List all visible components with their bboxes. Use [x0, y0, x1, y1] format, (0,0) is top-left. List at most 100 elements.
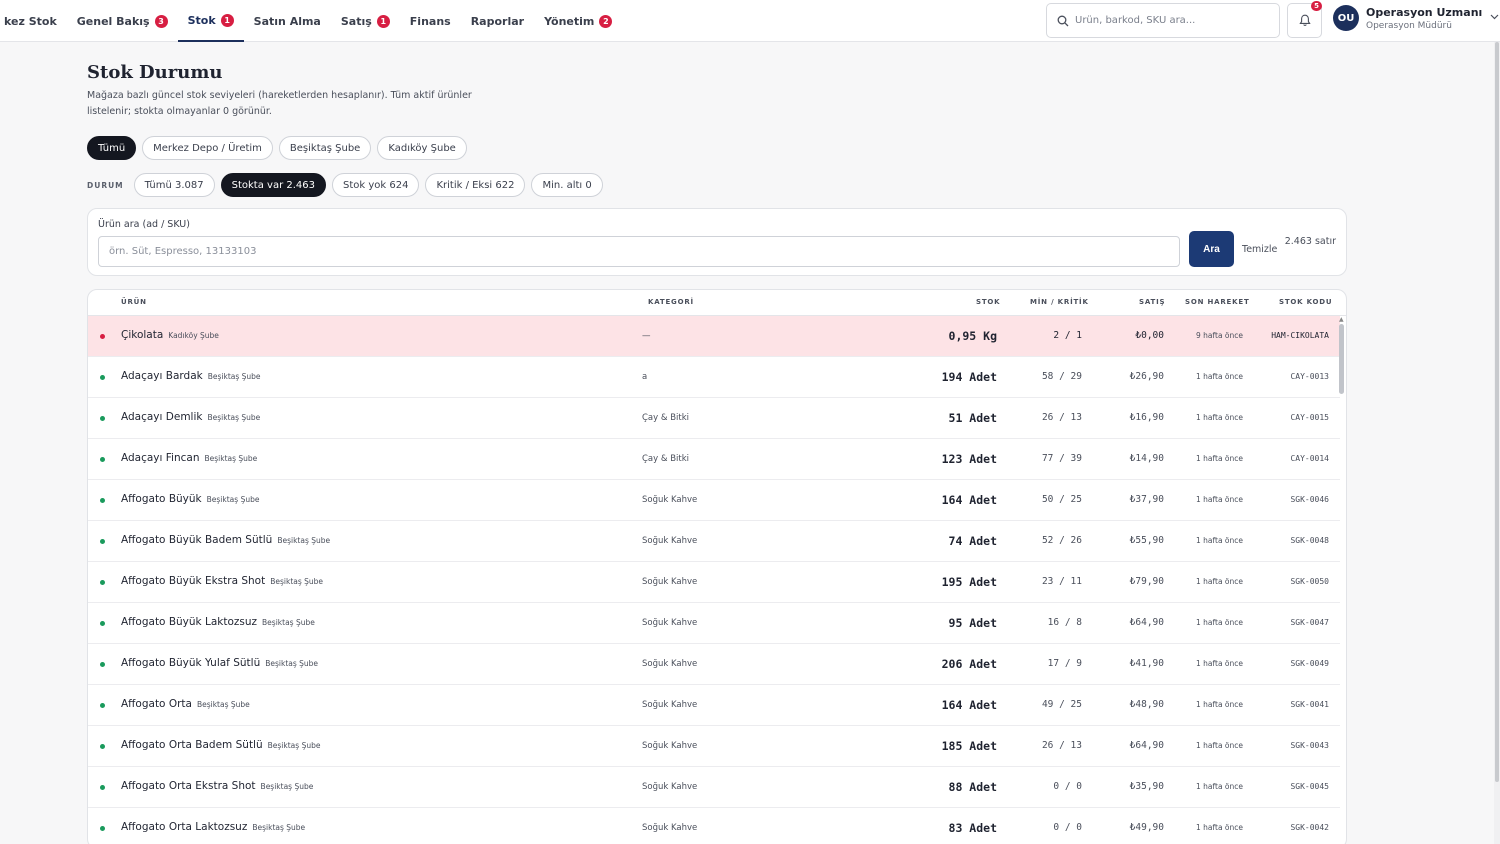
- status-dot: [100, 416, 105, 421]
- sku-cell: SGK-0046: [1290, 495, 1329, 504]
- price-cell: ₺41,90: [1129, 658, 1164, 669]
- clear-button[interactable]: Temizle: [1242, 244, 1277, 255]
- table-row[interactable]: Affogato Büyük Ekstra Shot Beşiktaş Şube S…: [88, 562, 1340, 603]
- column-header-sku[interactable]: STOK KODU: [1279, 298, 1332, 306]
- price-cell: ₺35,90: [1129, 781, 1164, 792]
- store-filter-kadikoy[interactable]: Kadıköy Şube: [377, 136, 467, 160]
- table-row[interactable]: Affogato Büyük Badem Sütlü Beşiktaş Şube S…: [88, 521, 1340, 562]
- category-cell: —: [642, 331, 651, 341]
- scroll-thumb[interactable]: [1339, 324, 1344, 394]
- table-row[interactable]: Adaçayı Bardak Beşiktaş Şube a 194 Adet 58 /…: [88, 357, 1340, 398]
- stock-cell: 123 Adet: [941, 452, 997, 466]
- search-button[interactable]: Ara: [1189, 231, 1234, 267]
- column-header-product[interactable]: ÜRÜN: [121, 298, 147, 306]
- last-movement-cell: 1 hafta önce: [1195, 454, 1243, 463]
- sku-cell: SGK-0043: [1290, 741, 1329, 750]
- last-movement-cell: 1 hafta önce: [1195, 700, 1243, 709]
- nav-item-satis[interactable]: Satış 1: [331, 0, 400, 42]
- category-cell: Soğuk Kahve: [642, 741, 698, 751]
- page-scrollbar[interactable]: [1494, 42, 1500, 844]
- global-search-input[interactable]: [1075, 15, 1265, 26]
- store-name: Beşiktaş Şube: [260, 782, 314, 791]
- nav-item-merkez-stok[interactable]: kez Stok: [0, 0, 67, 42]
- store-filter-besiktas[interactable]: Beşiktaş Şube: [278, 136, 372, 160]
- stock-cell: 74 Adet: [948, 534, 997, 548]
- nav-badge: 2: [599, 14, 613, 28]
- nav-item-finans[interactable]: Finans: [400, 0, 461, 42]
- nav-item-raporlar[interactable]: Raporlar: [461, 0, 534, 42]
- table-row[interactable]: Çikolata Kadıköy Şube — 0,95 Kg 2 / 1 ₺0,00 9 …: [88, 316, 1340, 357]
- sku-cell: CAY-0014: [1290, 454, 1329, 463]
- product-search-input[interactable]: [98, 236, 1180, 267]
- product-name-cell: Affogato Orta Laktozsuz Beşiktaş Şube: [121, 821, 305, 833]
- price-cell: ₺49,90: [1129, 822, 1164, 833]
- table-scrollbar[interactable]: ▲: [1338, 316, 1345, 844]
- scroll-up-icon[interactable]: ▲: [1339, 316, 1344, 323]
- store-filter-tumu[interactable]: Tümü: [87, 136, 137, 160]
- price-cell: ₺64,90: [1129, 617, 1164, 628]
- product-name: Affogato Büyük: [121, 493, 202, 505]
- product-name: Affogato Büyük Laktozsuz: [121, 616, 258, 628]
- table-row[interactable]: Affogato Orta Laktozsuz Beşiktaş Şube Soğu…: [88, 808, 1340, 844]
- nav-badge: 1: [376, 14, 390, 28]
- column-header-category[interactable]: KATEGORİ: [648, 298, 694, 306]
- page-scroll-thumb[interactable]: [1495, 42, 1499, 782]
- last-movement-cell: 1 hafta önce: [1195, 495, 1243, 504]
- status-filter-stok-yok[interactable]: Stok yok 624: [332, 173, 420, 197]
- last-movement-cell: 1 hafta önce: [1195, 618, 1243, 627]
- main-nav: kez Stok Genel Bakış 3 Stok 1 Satın Alma S…: [0, 0, 622, 42]
- stock-cell: 95 Adet: [948, 616, 997, 630]
- product-name: Affogato Orta Ekstra Shot: [121, 780, 256, 792]
- nav-item-genel-bakis[interactable]: Genel Bakış 3: [67, 0, 178, 42]
- product-search-card: Ürün ara (ad / SKU) Ara Temizle 2.463 sa…: [87, 208, 1347, 276]
- status-dot: [100, 703, 105, 708]
- column-header-price[interactable]: SATIŞ: [1139, 298, 1165, 306]
- product-name-cell: Affogato Büyük Laktozsuz Beşiktaş Şube: [121, 616, 315, 628]
- product-name-cell: Affogato Orta Ekstra Shot Beşiktaş Şube: [121, 780, 313, 792]
- price-cell: ₺79,90: [1129, 576, 1164, 587]
- user-menu[interactable]: OU Operasyon Uzmanı Operasyon Müdürü: [1333, 5, 1499, 31]
- min-critical-cell: 49 / 25: [1041, 699, 1082, 710]
- nav-item-satin-alma[interactable]: Satın Alma: [244, 0, 331, 42]
- table-row[interactable]: Adaçayı Demlik Beşiktaş Şube Çay & Bitki 51…: [88, 398, 1340, 439]
- category-cell: Soğuk Kahve: [642, 495, 698, 505]
- store-filter-merkez-depo[interactable]: Merkez Depo / Üretim: [142, 136, 273, 160]
- row-count: 2.463 satır: [1284, 236, 1336, 247]
- status-filter-tumu[interactable]: Tümü 3.087: [133, 173, 215, 197]
- product-name-cell: Affogato Büyük Yulaf Sütlü Beşiktaş Şube: [121, 657, 318, 669]
- price-cell: ₺64,90: [1129, 740, 1164, 751]
- product-name: Affogato Orta Badem Sütlü: [121, 739, 263, 751]
- notifications-button[interactable]: 5: [1287, 1, 1322, 38]
- nav-item-yonetim[interactable]: Yönetim 2: [534, 0, 622, 42]
- status-filter-min-alti[interactable]: Min. altı 0: [531, 173, 603, 197]
- status-dot: [100, 662, 105, 667]
- table-row[interactable]: Affogato Orta Badem Sütlü Beşiktaş Şube So…: [88, 726, 1340, 767]
- table-row[interactable]: Affogato Büyük Laktozsuz Beşiktaş Şube Soğ…: [88, 603, 1340, 644]
- sku-cell: SGK-0049: [1290, 659, 1329, 668]
- min-critical-cell: 50 / 25: [1041, 494, 1082, 505]
- sku-cell: SGK-0041: [1290, 700, 1329, 709]
- status-dot: [100, 744, 105, 749]
- table-row[interactable]: Affogato Büyük Beşiktaş Şube Soğuk Kahve 16…: [88, 480, 1340, 521]
- table-row[interactable]: Affogato Büyük Yulaf Sütlü Beşiktaş Şube S…: [88, 644, 1340, 685]
- stock-cell: 0,95 Kg: [948, 329, 997, 343]
- chevron-down-icon: [1490, 14, 1499, 20]
- column-header-stock[interactable]: STOK: [976, 298, 1000, 306]
- stock-cell: 88 Adet: [948, 780, 997, 794]
- table-row[interactable]: Affogato Orta Ekstra Shot Beşiktaş Şube So…: [88, 767, 1340, 808]
- status-dot: [100, 539, 105, 544]
- min-critical-cell: 52 / 26: [1041, 535, 1082, 546]
- status-filter-kritik[interactable]: Kritik / Eksi 622: [425, 173, 526, 197]
- nav-item-stok[interactable]: Stok 1: [177, 0, 244, 42]
- bell-icon: [1298, 14, 1311, 27]
- column-header-min[interactable]: MİN / KRİTİK: [1030, 298, 1089, 306]
- column-header-last-movement[interactable]: SON HAREKET: [1185, 298, 1250, 306]
- last-movement-cell: 1 hafta önce: [1195, 659, 1243, 668]
- table-row[interactable]: Adaçayı Fincan Beşiktaş Şube Çay & Bitki 12…: [88, 439, 1340, 480]
- table-row[interactable]: Affogato Orta Beşiktaş Şube Soğuk Kahve 164…: [88, 685, 1340, 726]
- sku-cell: SGK-0045: [1290, 782, 1329, 791]
- status-dot: [100, 580, 105, 585]
- status-filter-stokta-var[interactable]: Stokta var 2.463: [220, 173, 326, 197]
- product-name: Adaçayı Demlik: [121, 411, 203, 423]
- status-dot: [100, 334, 105, 339]
